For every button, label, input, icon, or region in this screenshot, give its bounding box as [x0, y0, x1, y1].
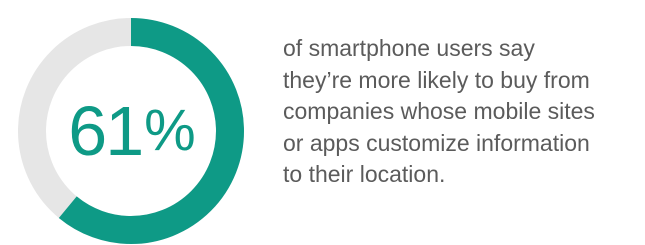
percent-label: 61% — [17, 17, 245, 245]
percent-value: 61 — [68, 92, 144, 170]
stat-card: 61% of smartphone users say they’re more… — [0, 0, 645, 244]
description-line: to their location. — [283, 161, 446, 187]
description-line: they’re more likely to buy from — [283, 66, 590, 93]
description-line: of smartphone users say — [283, 35, 535, 61]
stat-description: of smartphone users say they’re more lik… — [283, 33, 643, 191]
description-line: or apps customize information — [283, 129, 590, 156]
description-line: companies whose mobile sites — [283, 98, 595, 124]
percent-sign: % — [144, 98, 196, 163]
